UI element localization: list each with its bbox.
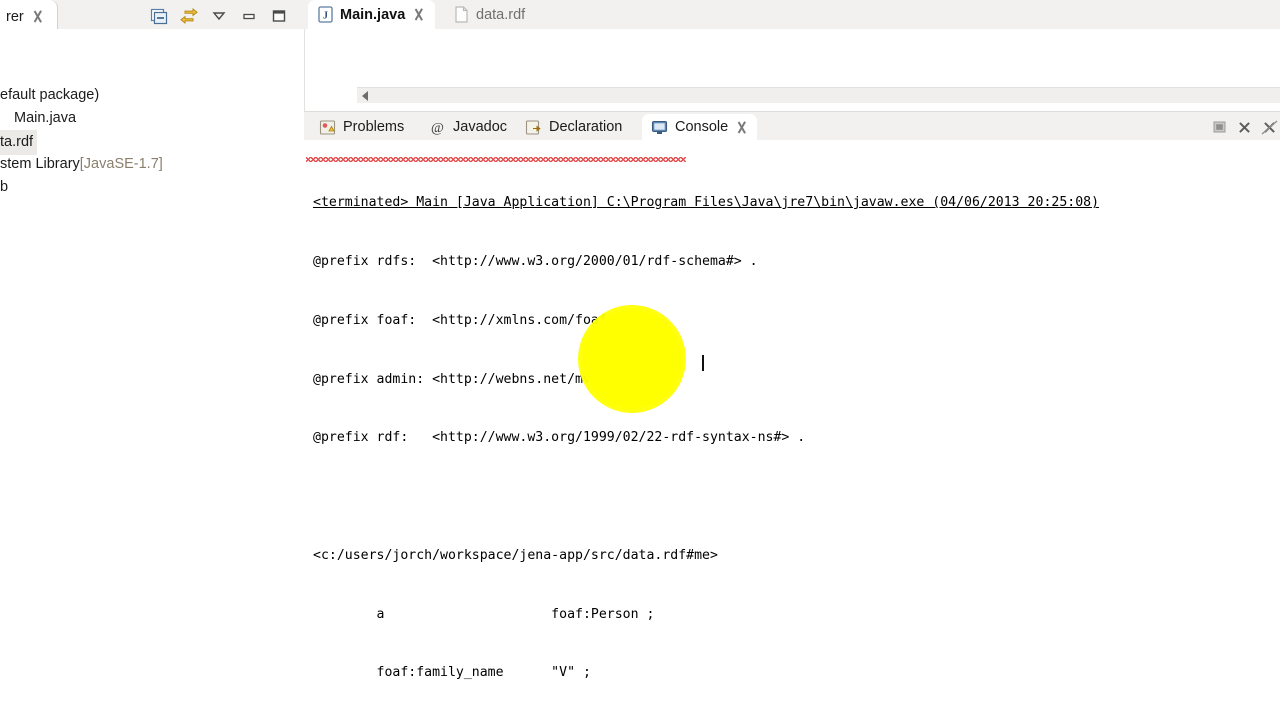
tab-main-java[interactable]: J Main.java [308,0,436,29]
link-with-editor-icon[interactable] [180,7,198,25]
console-line: @prefix rdf: <http://www.w3.org/1999/02/… [313,430,806,446]
tab-declaration-label: Declaration [549,119,623,136]
text-cursor [702,355,704,371]
declaration-icon [525,119,542,136]
svg-text:@: @ [431,121,444,136]
console-line: <c:/users/jorch/workspace/jena-app/src/d… [313,547,718,563]
console-line: @prefix admin: <http://webns.net/mvcb/> … [313,371,639,387]
svg-text:J: J [323,11,328,22]
close-icon[interactable] [412,8,425,21]
tab-javadoc-label: Javadoc [453,119,508,136]
console-toolbar [1211,115,1280,139]
maximize-icon[interactable] [270,7,288,25]
project-tree[interactable]: efault package) Main.java ta.rdf stem Li… [0,30,304,720]
console-line: a foaf:Person ; [313,606,655,622]
tab-declaration[interactable]: Declaration [516,114,631,141]
tab-data-rdf-label: data.rdf [476,6,526,23]
close-icon[interactable] [735,121,748,134]
console-view: Problems @ Javadoc Declaration Console <… [304,111,1280,720]
generic-file-icon [454,6,469,23]
javadoc-at-icon: @ [429,119,446,136]
package-explorer-toolbar [150,5,288,27]
editor-content[interactable] [304,29,1280,111]
editor-horizontal-scrollbar[interactable] [357,87,1280,103]
view-menu-icon[interactable] [210,7,228,25]
tree-item-data-rdf[interactable]: ta.rdf [0,130,304,155]
display-selected-console-icon[interactable] [1211,119,1228,136]
main-area: J Main.java data.rdf Problems @ Javadoc … [304,0,1280,720]
package-explorer-tabbar: rer [0,0,304,29]
tab-javadoc[interactable]: @ Javadoc [420,114,516,141]
tab-package-explorer-label: rer [6,8,24,25]
scroll-left-arrow-icon[interactable] [362,91,368,101]
spellcheck-squiggle [306,157,686,162]
tab-main-java-label: Main.java [340,6,406,23]
remove-all-terminated-icon[interactable] [1261,119,1278,136]
console-launch-header: <terminated> Main [Java Application] C:\… [313,195,1100,211]
console-icon [651,119,668,136]
tree-item-default-package[interactable]: efault package) [0,84,304,107]
tab-package-explorer[interactable]: rer [0,0,58,29]
console-tabbar: Problems @ Javadoc Declaration Console [304,111,1280,141]
tab-problems[interactable]: Problems [310,114,413,141]
terminate-icon[interactable] [1236,119,1253,136]
package-explorer-panel: rer efault package) Main.java ta.rdf ste… [0,0,304,720]
collapse-all-icon[interactable] [150,7,168,25]
tab-problems-label: Problems [343,119,405,136]
tree-item-lib[interactable]: b [0,176,304,199]
tree-item-jre-system-library[interactable]: stem Library[JavaSE-1.7] [0,153,304,176]
tree-item-label: stem Library [0,156,80,172]
tab-data-rdf[interactable]: data.rdf [444,0,535,29]
tree-item-label: efault package) [0,87,100,103]
console-line: @prefix rdfs: <http://www.w3.org/2000/01… [313,253,758,269]
tab-console-label: Console [675,119,729,136]
tree-item-main-java[interactable]: Main.java [0,107,304,130]
java-file-icon: J [318,6,333,23]
tree-item-label: b [0,179,9,195]
tree-item-label: Main.java [14,110,77,126]
minimize-icon[interactable] [240,7,258,25]
editor-tabbar: J Main.java data.rdf [304,0,1280,29]
tab-console[interactable]: Console [642,114,758,141]
tree-item-dim-label: [JavaSE-1.7] [79,156,163,172]
console-line: @prefix foaf: <http://xmlns.com/foaf/0.1… [313,312,671,328]
console-line: foaf:family_name "V" ; [313,665,591,681]
close-icon[interactable] [32,10,45,23]
eclipse-ide-window: rer efault package) Main.java ta.rdf ste… [0,0,1280,720]
console-output[interactable]: <terminated> Main [Java Application] C:\… [304,140,1280,720]
problems-icon [319,119,336,136]
tree-item-label: ta.rdf [0,130,38,155]
